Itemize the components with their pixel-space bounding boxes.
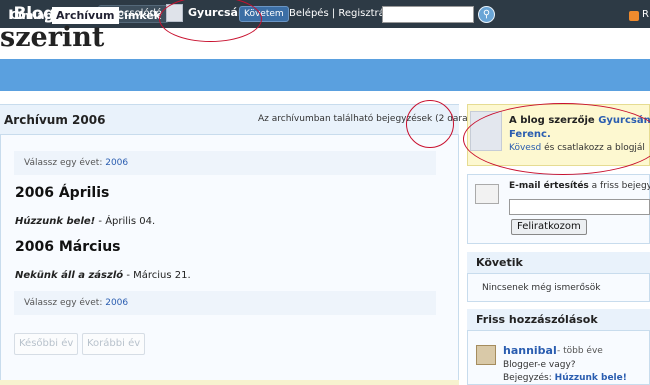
entry-date: - Március 21. xyxy=(126,270,191,281)
author-name-link-2[interactable]: Ferenc. xyxy=(509,129,551,140)
comment-entry-line: Bejegyzés: Húzzunk bele! xyxy=(503,373,627,383)
envelope-icon xyxy=(475,184,499,204)
nav-bar xyxy=(0,59,650,91)
search-icon: ⚲ xyxy=(482,9,491,20)
tab-home[interactable]: Címlap xyxy=(10,9,52,22)
email-bold: E-mail értesítés xyxy=(509,181,589,191)
user-avatar[interactable] xyxy=(166,4,183,22)
month-heading: 2006 Március xyxy=(15,239,121,255)
author-avatar[interactable] xyxy=(470,111,502,151)
author-name-link[interactable]: Gyurcsány xyxy=(598,115,650,126)
commenter-name-link[interactable]: hannibal xyxy=(503,344,557,357)
search-input[interactable] xyxy=(382,6,474,23)
author-follow-line: Kövesd és csatlakozz a blogjál xyxy=(509,143,645,153)
followers-empty-text: Nincsenek még ismerősök xyxy=(482,283,601,293)
archive-footer xyxy=(0,380,459,385)
archive-entry: Nekünk áll a zászló - Március 21. xyxy=(15,270,191,281)
author-prefix: A blog szerzője xyxy=(509,115,595,126)
year-prompt: Válassz egy évet: xyxy=(24,298,103,308)
followers-heading: Követik xyxy=(467,252,650,274)
email-rest: a friss bejegyzé xyxy=(591,181,650,191)
later-year-button[interactable]: Későbbi év xyxy=(14,333,79,355)
subscribe-button[interactable]: Feliratkozom xyxy=(511,219,587,235)
entry-title-link[interactable]: Nekünk áll a zászló xyxy=(15,270,123,281)
archive-info-text: Az archívumban található bejegyzések xyxy=(258,114,433,124)
email-field[interactable] xyxy=(509,199,650,215)
author-heading: A blog szerzője Gyurcsány xyxy=(509,115,650,126)
comment-entry-link[interactable]: Húzzunk bele! xyxy=(555,373,627,383)
comment-text: Blogger-e vagy? xyxy=(503,360,576,370)
author-follow-link[interactable]: Kövesd xyxy=(509,143,541,153)
search-button[interactable]: ⚲ xyxy=(478,6,495,23)
archive-info: Az archívumban található bejegyzések (2 … xyxy=(258,114,477,124)
year-prompt: Válassz egy évet: xyxy=(24,158,103,168)
year-selector: Válassz egy évet: 2006 xyxy=(14,151,436,175)
blog-title: szerint xyxy=(0,22,105,53)
tab-tags[interactable]: Címkék xyxy=(116,9,161,22)
archive-title: Archívum 2006 xyxy=(4,113,106,127)
comment-time: - több éve xyxy=(557,346,603,356)
comment-entry-prefix: Bejegyzés: xyxy=(503,373,552,383)
rss-label[interactable]: R xyxy=(642,9,649,20)
month-heading: 2006 Április xyxy=(15,185,110,201)
author-follow-rest: és csatlakozz a blogjál xyxy=(544,143,645,153)
recent-comments-heading: Friss hozzászólások xyxy=(467,309,650,331)
entry-title-link[interactable]: Húzzunk bele! xyxy=(15,216,95,227)
rss-icon[interactable] xyxy=(629,11,639,21)
email-subscribe-text: E-mail értesítés a friss bejegyzé xyxy=(509,181,650,191)
follow-button[interactable]: Követem xyxy=(239,6,289,22)
year-link[interactable]: 2006 xyxy=(105,298,128,308)
entry-date: - Április 04. xyxy=(98,216,156,227)
archive-entry: Húzzunk bele! - Április 04. xyxy=(15,216,155,227)
tab-archive[interactable]: Archívum xyxy=(52,7,119,24)
year-link[interactable]: 2006 xyxy=(105,158,128,168)
year-selector-bottom: Válassz egy évet: 2006 xyxy=(14,291,436,315)
commenter-avatar[interactable] xyxy=(476,345,496,365)
earlier-year-button[interactable]: Korábbi év xyxy=(82,333,146,355)
